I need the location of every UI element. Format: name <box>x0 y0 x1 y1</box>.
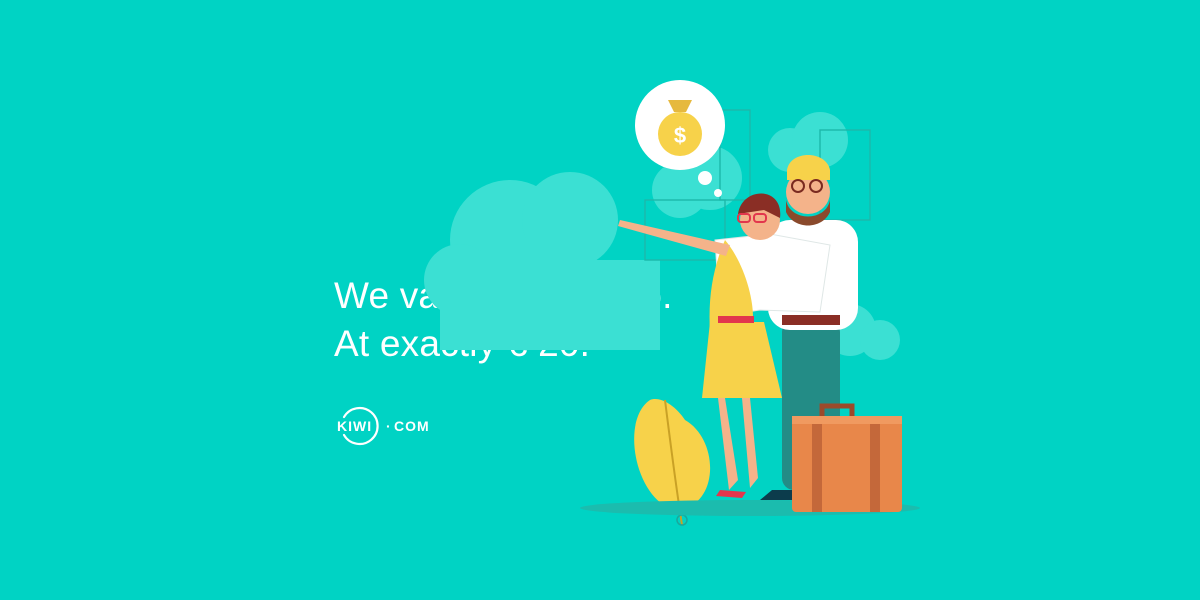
travel-couple-illustration: $ <box>424 80 920 526</box>
promo-banner: We value friendship. At exactly € 20. KI… <box>0 0 1200 600</box>
suitcase <box>792 403 902 512</box>
dollar-sign: $ <box>674 123 686 148</box>
logo-separator: · <box>386 418 391 434</box>
logo-text-kiwi: KIWI <box>337 418 372 434</box>
